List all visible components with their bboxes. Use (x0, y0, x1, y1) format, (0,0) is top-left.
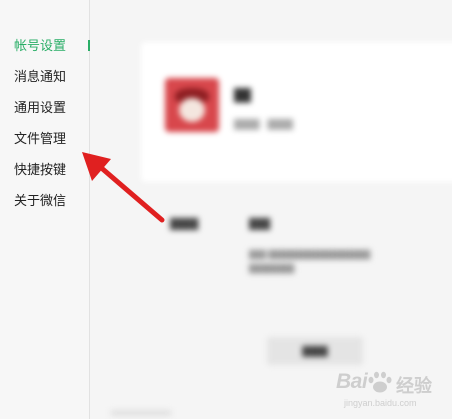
sidebar-item-general-settings[interactable]: 通用设置 (14, 99, 66, 117)
watermark-url: jingyan.baidu.com (344, 398, 417, 408)
sidebar-item-account-settings[interactable]: 帐号设置 (14, 37, 66, 55)
section-tab: ███ (249, 219, 271, 230)
sidebar-item-shortcuts[interactable]: 快捷按键 (14, 161, 66, 179)
paw-icon (368, 371, 392, 393)
account-subinfo: ████ · ████ (234, 119, 294, 129)
baidu-jingyan-watermark: Bai 经验 jingyan.baidu.com (336, 368, 452, 419)
watermark-brand: Bai (336, 370, 368, 393)
watermark-jingyan: 经验 (396, 376, 432, 396)
account-nickname: ██ (234, 88, 252, 102)
active-indicator (88, 40, 90, 51)
settings-sidebar: 帐号设置 消息通知 通用设置 文件管理 快捷按键 关于微信 (0, 0, 90, 419)
settings-content: ██ ████ · ████ ████ ███ ███ ████████████… (91, 0, 452, 419)
blurred-account-panel: ██ ████ · ████ ████ ███ ███ ████████████… (91, 0, 452, 419)
section-label: ████ (170, 219, 199, 230)
description-line: ███ ██████████████████ (249, 250, 371, 259)
avatar (165, 78, 219, 132)
description-line: ████████ (249, 264, 295, 273)
sidebar-item-file-management[interactable]: 文件管理 (14, 130, 66, 148)
bottom-strip (111, 410, 171, 416)
blurred-button[interactable]: ████ (267, 337, 363, 365)
sidebar-item-about-wechat[interactable]: 关于微信 (14, 192, 66, 210)
sidebar-item-notifications[interactable]: 消息通知 (14, 68, 66, 86)
